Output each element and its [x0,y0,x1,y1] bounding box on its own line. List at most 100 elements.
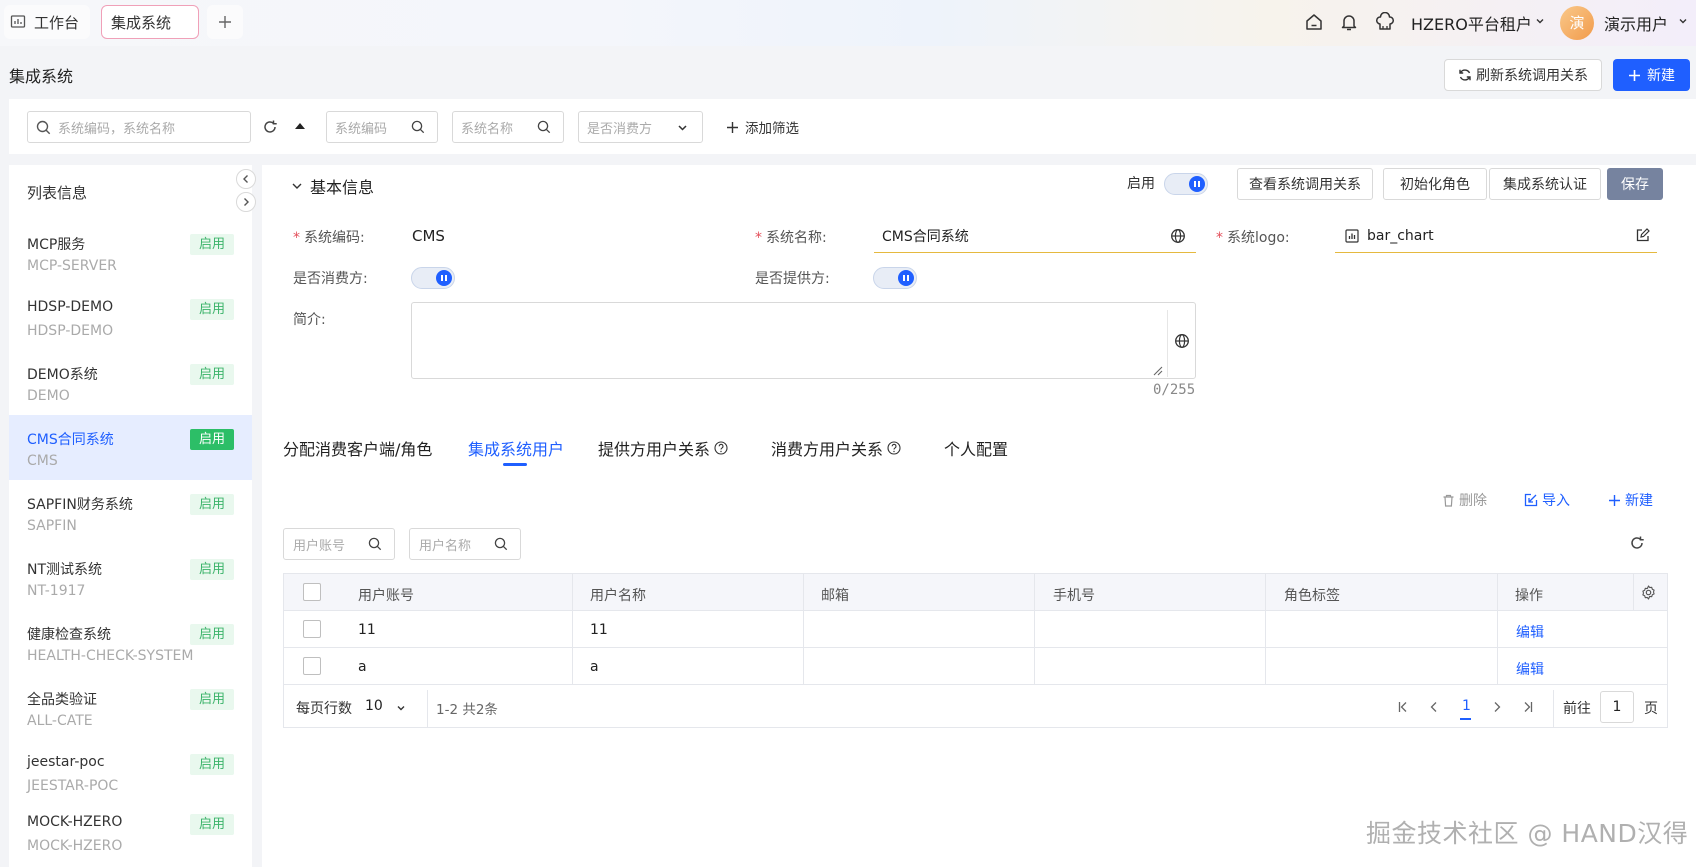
caret-up-icon[interactable] [293,121,307,131]
user-name-placeholder: 用户名称 [419,538,472,554]
edit-icon[interactable] [1635,228,1650,243]
tab-assign-client-role[interactable]: 分配消费客户端/角色 [283,436,432,460]
avatar[interactable]: 演 [1560,6,1594,40]
row-checkbox[interactable] [303,620,321,638]
next-page-icon[interactable] [1491,700,1503,714]
chevron-down-icon[interactable] [396,703,406,713]
chef-hat-icon[interactable] [1375,12,1395,32]
save-button[interactable]: 保存 [1607,168,1663,200]
sidebar-item[interactable]: MCP服务 MCP-SERVER 启用 [9,220,252,285]
search-input[interactable]: 系统编码，系统名称 [27,111,251,143]
system-auth-button[interactable]: 集成系统认证 [1489,168,1601,200]
edit-link[interactable]: 编辑 [1516,622,1544,642]
row-checkbox[interactable] [303,657,321,675]
view-relation-button[interactable]: 查看系统调用关系 [1237,168,1373,200]
system-name-input[interactable]: CMS合同系统 [874,220,1196,253]
sidebar-item-name: MOCK-HZERO [27,814,123,830]
search-icon [36,120,51,135]
sidebar-item-name: SAPFIN财务系统 [27,497,133,513]
is-provider-switch[interactable] [873,267,917,289]
description-textarea[interactable] [411,302,1196,379]
tab-provider-user-relation[interactable]: 提供方用户关系 [598,436,728,460]
trash-icon [1442,494,1455,507]
tab-integration-users[interactable]: 集成系统用户 [468,436,564,460]
import-button[interactable]: 导入 [1524,490,1570,510]
is-consumer-switch[interactable] [411,267,455,289]
sidebar-item-selected[interactable]: CMS合同系统 CMS 启用 [9,415,252,480]
tab-label: 分配消费客户端/角色 [283,440,433,459]
filter-system-code[interactable]: 系统编码 [326,111,438,143]
delete-button[interactable]: 删除 [1442,490,1487,510]
table-row [284,648,1667,685]
chevron-down-icon[interactable] [1535,16,1545,26]
filter-is-consumer-placeholder: 是否消费方 [587,121,653,137]
collapse-left-button[interactable] [236,169,256,189]
filter-system-name[interactable]: 系统名称 [452,111,564,143]
goto-page-input[interactable]: 1 [1600,691,1634,723]
add-filter-button[interactable]: 添加筛选 [726,117,799,137]
plus-icon [1608,494,1621,507]
system-code-label: * 系统编码: [293,227,365,247]
sidebar-item[interactable]: MOCK-HZERO MOCK-HZERO 启用 [9,800,252,865]
init-role-button[interactable]: 初始化角色 [1383,168,1487,200]
status-badge: 启用 [190,754,234,775]
prev-page-icon[interactable] [1428,700,1440,714]
select-all-checkbox[interactable] [303,583,321,601]
last-page-icon[interactable] [1522,700,1534,714]
edit-link[interactable]: 编辑 [1516,659,1544,679]
system-logo-input[interactable]: bar_chart [1335,220,1657,253]
add-tab-button[interactable] [207,5,243,39]
tab-consumer-user-relation[interactable]: 消费方用户关系 [771,436,901,460]
bell-icon[interactable] [1339,12,1359,32]
tab-workbench[interactable]: 工作台 [4,5,90,39]
user-account-search[interactable]: 用户账号 [283,528,395,560]
user-menu[interactable]: 演示用户 [1604,11,1668,35]
rows-per-page-select[interactable]: 10 [365,698,383,714]
page-unit-label: 页 [1644,701,1658,717]
sidebar-item[interactable]: HDSP-DEMO HDSP-DEMO 启用 [9,285,252,350]
first-page-icon[interactable] [1397,700,1409,714]
reload-icon[interactable] [1629,535,1645,551]
search-placeholder: 系统编码，系统名称 [58,121,176,137]
new-system-button[interactable]: 新建 [1613,59,1690,91]
refresh-relations-button[interactable]: 刷新系统调用关系 [1444,59,1602,91]
tab-integration-system[interactable]: 集成系统 [101,5,199,39]
section-title-basic-info[interactable]: 基本信息 [310,174,374,198]
help-icon[interactable] [887,441,901,455]
column-divider [1633,574,1634,611]
home-icon[interactable] [1304,12,1324,32]
switch-knob [1189,176,1205,192]
tenant-switcher[interactable]: HZERO平台租户 [1411,11,1532,35]
tab-integration-system-label: 集成系统 [111,13,172,32]
column-header-name: 用户名称 [590,588,646,604]
reload-icon[interactable] [262,119,278,135]
current-page[interactable]: 1 [1462,698,1471,714]
plus-icon [726,121,739,134]
sidebar-item[interactable]: DEMO系统 DEMO 启用 [9,350,252,415]
column-header-account: 用户账号 [358,588,414,604]
expand-right-button[interactable] [236,192,256,212]
gear-icon[interactable] [1641,585,1656,600]
sidebar-item[interactable]: NT测试系统 NT-1917 启用 [9,545,252,610]
sidebar-item[interactable]: 健康检查系统 HEALTH-CHECK-SYSTEM 启用 [9,610,252,675]
sidebar-item[interactable]: SAPFIN财务系统 SAPFIN 启用 [9,480,252,545]
tab-personal-config[interactable]: 个人配置 [944,436,1008,460]
chevron-down-icon[interactable] [291,180,303,192]
help-icon[interactable] [714,441,728,455]
refresh-relations-label: 刷新系统调用关系 [1476,68,1588,84]
sidebar-item[interactable]: 全品类验证 ALL-CATE 启用 [9,675,252,740]
globe-icon[interactable] [1174,333,1190,349]
filter-is-consumer-select[interactable]: 是否消费方 [578,111,703,143]
user-name-search[interactable]: 用户名称 [409,528,521,560]
new-user-button[interactable]: 新建 [1608,490,1653,510]
globe-icon[interactable] [1170,228,1186,244]
sidebar-item[interactable]: jeestar-poc JEESTAR-POC 启用 [9,740,252,805]
chevron-down-icon[interactable] [1678,16,1688,26]
table-row [284,611,1667,648]
bar-chart-icon [1345,229,1359,243]
enabled-switch[interactable] [1164,173,1208,195]
status-badge: 启用 [190,814,234,835]
column-header-phone: 手机号 [1053,588,1095,604]
status-badge: 启用 [190,624,234,645]
resize-handle-icon[interactable] [1153,366,1163,376]
